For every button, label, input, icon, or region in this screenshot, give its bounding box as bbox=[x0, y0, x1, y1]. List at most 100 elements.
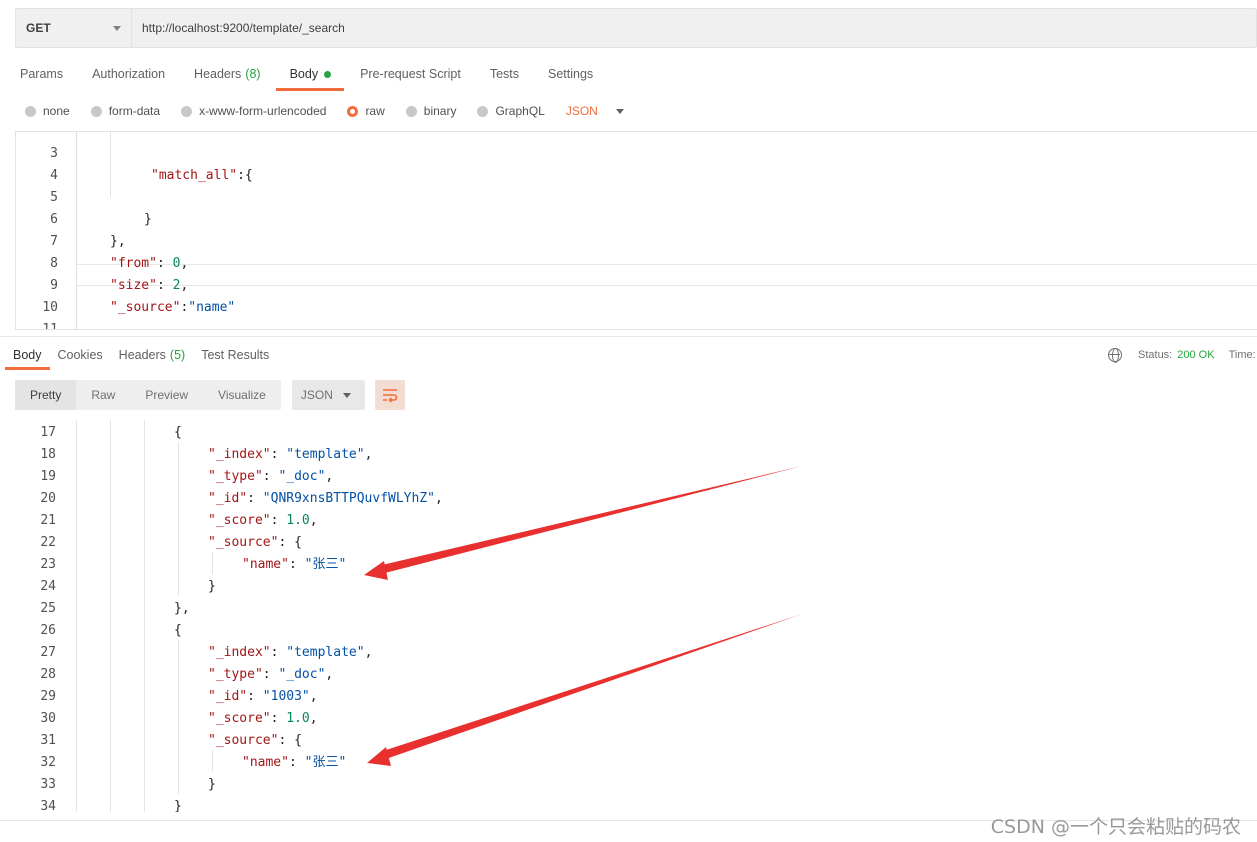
radio-raw[interactable]: raw bbox=[347, 104, 385, 118]
button-label: Raw bbox=[91, 388, 116, 402]
code-text: "_score": 1.0, bbox=[208, 513, 318, 528]
tab-label: Headers bbox=[194, 67, 242, 81]
tab-label: Pre-request Script bbox=[360, 67, 461, 81]
code-line: 10 bbox=[16, 275, 1257, 315]
tab-body[interactable]: Body bbox=[275, 56, 344, 92]
code-text: "_type": "_doc", bbox=[208, 667, 334, 682]
wrap-lines-icon bbox=[382, 389, 398, 403]
tab-label: Test Results bbox=[201, 348, 270, 362]
button-label: Pretty bbox=[30, 388, 62, 402]
tab-headers[interactable]: Headers (8) bbox=[194, 56, 261, 92]
status-value[interactable]: 200 OK bbox=[1177, 349, 1214, 361]
view-preview-button[interactable]: Preview bbox=[130, 380, 203, 410]
radio-x-www-form-urlencoded[interactable]: x-www-form-urlencoded bbox=[181, 104, 326, 118]
tab-cookies[interactable]: Cookies bbox=[58, 340, 103, 370]
button-label: Visualize bbox=[218, 388, 266, 402]
radio-binary[interactable]: binary bbox=[405, 104, 457, 118]
code-line: 7 "from": 0, bbox=[16, 209, 1257, 271]
line-number: 17 bbox=[40, 425, 56, 440]
watermark: CSDN @一个只会粘贴的码农 bbox=[990, 816, 1241, 838]
code-line: 25}, bbox=[0, 598, 1257, 620]
code-line: 34} bbox=[0, 796, 1257, 812]
response-toolbar: Pretty Raw Preview Visualize JSON bbox=[15, 380, 405, 410]
line-number: 34 bbox=[40, 799, 56, 812]
tab-label: Body bbox=[13, 348, 42, 362]
code-line: 20 "_id": "QNR9xnsBTTPQuvfWLYhZ", bbox=[0, 488, 1257, 510]
line-number: 32 bbox=[40, 755, 56, 770]
tab-response-headers[interactable]: Headers (5) bbox=[119, 340, 186, 370]
line-number: 24 bbox=[40, 579, 56, 594]
view-mode-group: Pretty Raw Preview Visualize bbox=[15, 380, 281, 410]
format-label: JSON bbox=[565, 104, 598, 118]
line-number: 27 bbox=[40, 645, 56, 660]
line-number: 21 bbox=[40, 513, 56, 528]
line-number: 23 bbox=[40, 557, 56, 572]
tab-pre-request-script[interactable]: Pre-request Script bbox=[360, 56, 461, 92]
url-bar: GET http://localhost:9200/template/_sear… bbox=[15, 8, 1257, 48]
tab-authorization[interactable]: Authorization bbox=[92, 56, 165, 92]
line-number: 28 bbox=[40, 667, 56, 682]
response-body-viewer[interactable]: 17 { 18 "_index": "template", 19 "_type": "… bbox=[0, 420, 1257, 812]
response-tabs: Body Cookies Headers (5) Test Results bbox=[0, 340, 285, 370]
time-label: Time: bbox=[1228, 349, 1256, 361]
tab-tests[interactable]: Tests bbox=[490, 56, 519, 92]
code-text: "name": "张三" bbox=[242, 557, 347, 572]
globe-icon[interactable] bbox=[1108, 348, 1122, 363]
chevron-down-icon bbox=[342, 393, 351, 398]
code-line: 27 "_index": "template", bbox=[0, 642, 1257, 664]
code-line: 17 { bbox=[0, 422, 1257, 444]
url-text: http://localhost:9200/template/_search bbox=[142, 21, 345, 35]
request-body-editor[interactable]: 3 "match_all":{ 4 5 } 6 }, 7 "from": 0, … bbox=[15, 131, 1257, 330]
tab-label: Tests bbox=[489, 67, 519, 81]
view-pretty-button[interactable]: Pretty bbox=[15, 380, 77, 410]
tab-label: Cookies bbox=[57, 348, 103, 362]
url-input[interactable]: http://localhost:9200/template/_search bbox=[132, 9, 345, 47]
code-line: 8 "size": 2, bbox=[16, 231, 1257, 293]
radio-label: raw bbox=[365, 104, 385, 118]
code-text: "_score": 1.0, bbox=[208, 711, 318, 726]
response-format-select[interactable]: JSON bbox=[291, 380, 365, 410]
code-text: "_source": { bbox=[208, 535, 302, 550]
headers-count: (5) bbox=[169, 348, 186, 362]
radio-icon bbox=[181, 105, 193, 117]
line-number: 20 bbox=[40, 491, 56, 506]
radio-form-data[interactable]: form-data bbox=[90, 104, 160, 118]
code-line: 21 "_score": 1.0, bbox=[0, 510, 1257, 532]
code-line: 11 } bbox=[16, 297, 1257, 329]
tab-label: Settings bbox=[548, 67, 594, 81]
tab-label: Authorization bbox=[92, 67, 166, 81]
radio-none[interactable]: none bbox=[25, 104, 70, 118]
code-line: 22 "_source": { bbox=[0, 532, 1257, 554]
code-line: 32 "name": "张三" bbox=[0, 752, 1257, 774]
radio-icon bbox=[405, 105, 417, 117]
radio-icon bbox=[477, 105, 489, 117]
code-line: 19 "_type": "_doc", bbox=[0, 466, 1257, 488]
radio-graphql[interactable]: GraphQL bbox=[477, 104, 545, 118]
code-text: "name": "张三" bbox=[242, 755, 347, 770]
tab-test-results[interactable]: Test Results bbox=[201, 340, 269, 370]
code-text: } bbox=[208, 579, 216, 594]
raw-format-select[interactable]: JSON bbox=[566, 104, 624, 118]
view-visualize-button[interactable]: Visualize bbox=[203, 380, 281, 410]
code-text: { bbox=[174, 425, 182, 440]
view-raw-button[interactable]: Raw bbox=[76, 380, 130, 410]
line-number: 19 bbox=[40, 469, 56, 484]
line-number: 11 bbox=[42, 322, 58, 330]
code-line: 6 }, bbox=[16, 187, 1257, 249]
code-line: 23 "name": "张三" bbox=[0, 554, 1257, 576]
radio-label: x-www-form-urlencoded bbox=[199, 104, 327, 118]
wrap-lines-button[interactable] bbox=[374, 380, 405, 410]
code-text: "_index": "template", bbox=[208, 447, 373, 462]
tab-response-body[interactable]: Body bbox=[5, 340, 49, 370]
button-label: Preview bbox=[145, 388, 189, 402]
method-select[interactable]: GET bbox=[16, 9, 132, 47]
code-line: 29 "_id": "1003", bbox=[0, 686, 1257, 708]
tab-settings[interactable]: Settings bbox=[548, 56, 593, 92]
code-text: "_index": "template", bbox=[208, 645, 373, 660]
radio-icon bbox=[25, 105, 36, 117]
tab-params[interactable]: Params bbox=[20, 56, 63, 92]
code-text: "_id": "1003", bbox=[208, 689, 318, 704]
radio-label: binary bbox=[423, 104, 457, 118]
status-label: Status: bbox=[1138, 349, 1173, 361]
code-line: 31 "_source": { bbox=[0, 730, 1257, 752]
